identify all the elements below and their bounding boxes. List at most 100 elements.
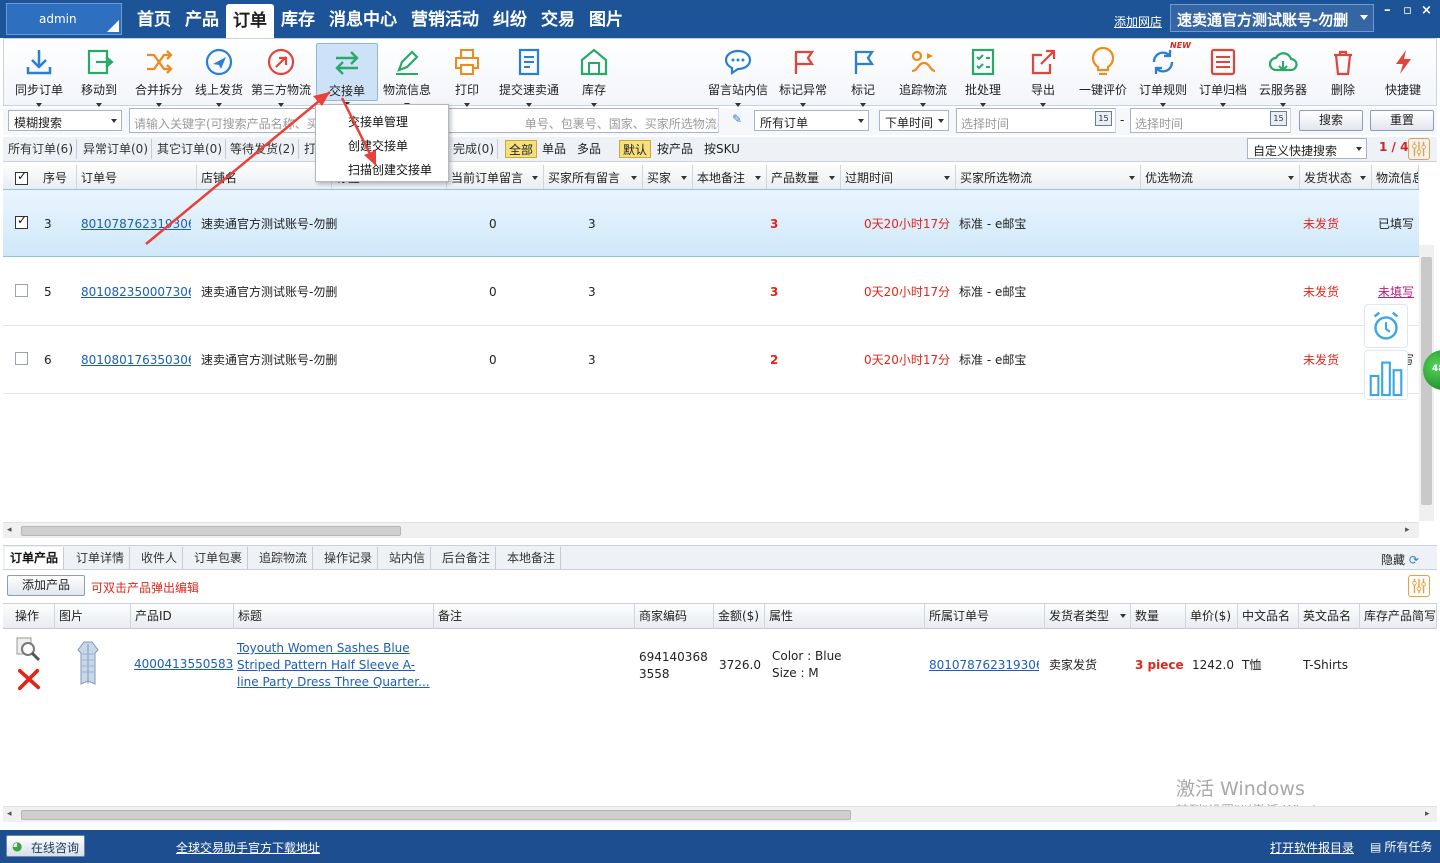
tab-site-messages[interactable]: 站内信 [384, 547, 432, 569]
chip-default[interactable]: 默认 [619, 140, 652, 158]
minimize-icon[interactable]: – [1384, 3, 1391, 18]
tab-backend-notes[interactable]: 后台备注 [437, 547, 497, 569]
menu-images[interactable]: 图片 [582, 0, 630, 38]
scroll-thumb[interactable] [21, 526, 401, 536]
tab-operation-log[interactable]: 操作记录 [319, 547, 379, 569]
col-buyer-messages[interactable]: 买家所有留言 [544, 165, 643, 191]
menu-orders[interactable]: 订单 [226, 4, 274, 38]
col-en-name[interactable]: 英文品名 [1299, 604, 1360, 629]
inventory-button[interactable]: 库存 [563, 43, 625, 107]
col-buyer-logistics[interactable]: 买家所选物流 [956, 165, 1141, 191]
one-click-review-button[interactable]: 一键评价 [1072, 43, 1134, 101]
col-shop[interactable]: 店铺名 [197, 165, 332, 191]
chip-by-sku[interactable]: 按SKU [701, 140, 743, 158]
table-row[interactable]: 5 8010823500073062 速卖通官方测试账号-勿删 0 3 3 0天… [3, 258, 1419, 326]
tab-all-orders[interactable]: 所有订单(6) [5, 139, 77, 159]
menu-item-create-handover[interactable]: 创建交接单 [316, 134, 448, 158]
tab-recipient[interactable]: 收件人 [136, 547, 184, 569]
logistics-info-button[interactable]: 物流信息 [376, 43, 438, 107]
track-logistics-button[interactable]: 追踪物流 [892, 43, 954, 107]
tab-other-orders[interactable]: 其它订单(0) [154, 139, 226, 159]
sync-orders-button[interactable]: 同步订单 [8, 43, 70, 107]
col-preferred-logistics[interactable]: 优选物流 [1141, 165, 1300, 191]
col-buyer[interactable]: 买家 [643, 165, 693, 191]
col-order-no[interactable]: 所属订单号 [925, 604, 1045, 629]
shortcut-button[interactable]: 快捷键 [1372, 43, 1434, 101]
calendar-icon[interactable]: 15 [1095, 111, 1112, 126]
move-to-button[interactable]: 移动到 [68, 43, 130, 107]
col-actions[interactable]: 操作 [11, 604, 55, 629]
start-time-input[interactable]: 选择时间 15 [956, 108, 1116, 133]
select-all-checkbox[interactable] [15, 169, 28, 185]
scroll-left-icon[interactable]: ◂ [7, 809, 12, 819]
cloud-server-button[interactable]: 云服务器 [1252, 43, 1314, 107]
col-title[interactable]: 标题 [234, 604, 434, 629]
tab-awaiting-shipment[interactable]: 等待发货(2) [227, 139, 299, 159]
edit-icon[interactable]: ✎ [732, 112, 742, 126]
chip-by-product[interactable]: 按产品 [654, 140, 696, 158]
col-ship-status[interactable]: 发货状态 [1300, 165, 1372, 191]
online-consult-button[interactable]: ◕ 在线咨询 [6, 835, 85, 857]
col-image[interactable]: 图片 [55, 604, 131, 629]
order-no-link[interactable]: 8010787623193062 [81, 190, 191, 258]
print-button[interactable]: 打印 [436, 43, 498, 107]
order-archive-button[interactable]: 订单归档 [1192, 43, 1254, 107]
menu-marketing[interactable]: 营销活动 [404, 0, 486, 38]
chip-multi[interactable]: 多品 [574, 140, 604, 158]
menu-trade[interactable]: 交易 [534, 0, 582, 38]
menu-inventory[interactable]: 库存 [274, 0, 322, 38]
delete-button[interactable]: 删除 [1312, 43, 1374, 101]
mark-button[interactable]: 标记 [832, 43, 894, 107]
col-logistics-info[interactable]: 物流信息 [1372, 165, 1419, 191]
table-row[interactable]: 6 8010801763503062 速卖通官方测试账号-勿删 0 3 2 0天… [3, 326, 1419, 394]
col-order-no[interactable]: 订单号 [77, 165, 197, 191]
end-time-input[interactable]: 选择时间 15 [1130, 108, 1291, 133]
add-shop-link[interactable]: 添加网店 [1114, 13, 1162, 30]
scroll-right-icon[interactable]: ▸ [1405, 525, 1410, 535]
col-seq[interactable]: 序号 [39, 165, 77, 191]
col-unit-price[interactable]: 单价($) [1186, 604, 1238, 629]
products-horizontal-scrollbar[interactable]: ◂ ▸ [3, 806, 1437, 822]
user-tab[interactable]: admin [6, 3, 122, 35]
reset-button[interactable]: 重置 [1370, 110, 1434, 131]
product-title-link[interactable]: Toyouth Women Sashes Blue [237, 640, 410, 657]
product-id-link[interactable]: 4000413550583 [134, 656, 233, 673]
tab-order-products[interactable]: 订单产品 [5, 547, 65, 569]
hide-panel-button[interactable]: 隐藏 ⟳ [1381, 551, 1419, 568]
tab-local-notes[interactable]: 本地备注 [502, 547, 562, 569]
product-row[interactable]: 4000413550583 Toyouth Women Sashes Blue … [3, 630, 1437, 700]
third-party-logistics-button[interactable]: 第三方物流 [250, 43, 312, 107]
merge-split-button[interactable]: 合并拆分 [128, 43, 190, 107]
download-link[interactable]: 全球交易助手官方下载地址 [176, 839, 320, 856]
message-button[interactable]: 留言站内信 [706, 43, 770, 107]
row-checkbox[interactable] [15, 213, 28, 229]
menu-home[interactable]: 首页 [130, 0, 178, 38]
delete-x-icon[interactable] [16, 668, 42, 695]
col-quantity[interactable]: 数量 [1131, 604, 1186, 629]
col-local-note[interactable]: 本地备注 [693, 165, 767, 191]
close-icon[interactable]: × [1421, 3, 1432, 18]
menu-item-scan-create-handover[interactable]: 扫描创建交接单 [316, 158, 448, 182]
scroll-thumb[interactable] [21, 810, 851, 820]
order-no-link[interactable]: 8010801763503062 [81, 326, 191, 394]
export-button[interactable]: 导出 [1012, 43, 1074, 107]
col-amount[interactable]: 金额($) [714, 604, 765, 629]
col-note[interactable]: 备注 [434, 604, 635, 629]
product-title-link[interactable]: line Party Dress Three Quarter... [237, 674, 430, 691]
settings-sliders-icon[interactable] [1408, 138, 1430, 160]
parent-order-link[interactable]: 8010787623193062 [929, 657, 1039, 674]
col-merchant-code[interactable]: 商家编码 [635, 604, 714, 629]
settings-sliders-icon[interactable] [1408, 575, 1430, 597]
all-tasks-button[interactable]: ▤ 所有任务 [1370, 838, 1432, 855]
search-mode-select[interactable]: 模糊搜索 [8, 110, 122, 131]
table-row[interactable]: 3 8010787623193062 速卖通官方测试账号-勿删 0 3 3 0天… [3, 189, 1419, 257]
orders-horizontal-scrollbar[interactable]: ◂ ▸ [3, 522, 1419, 538]
order-no-link[interactable]: 8010823500073062 [81, 258, 191, 326]
col-cn-name[interactable]: 中文品名 [1238, 604, 1299, 629]
col-current-message[interactable]: 当前订单留言 [447, 165, 544, 191]
row-checkbox[interactable] [15, 352, 28, 365]
online-ship-button[interactable]: 线上发货 [188, 43, 250, 107]
scroll-left-icon[interactable]: ◂ [7, 525, 12, 535]
order-rules-button[interactable]: NEW 订单规则 [1132, 41, 1194, 107]
open-log-dir-link[interactable]: 打开软件报目录 [1270, 839, 1354, 856]
